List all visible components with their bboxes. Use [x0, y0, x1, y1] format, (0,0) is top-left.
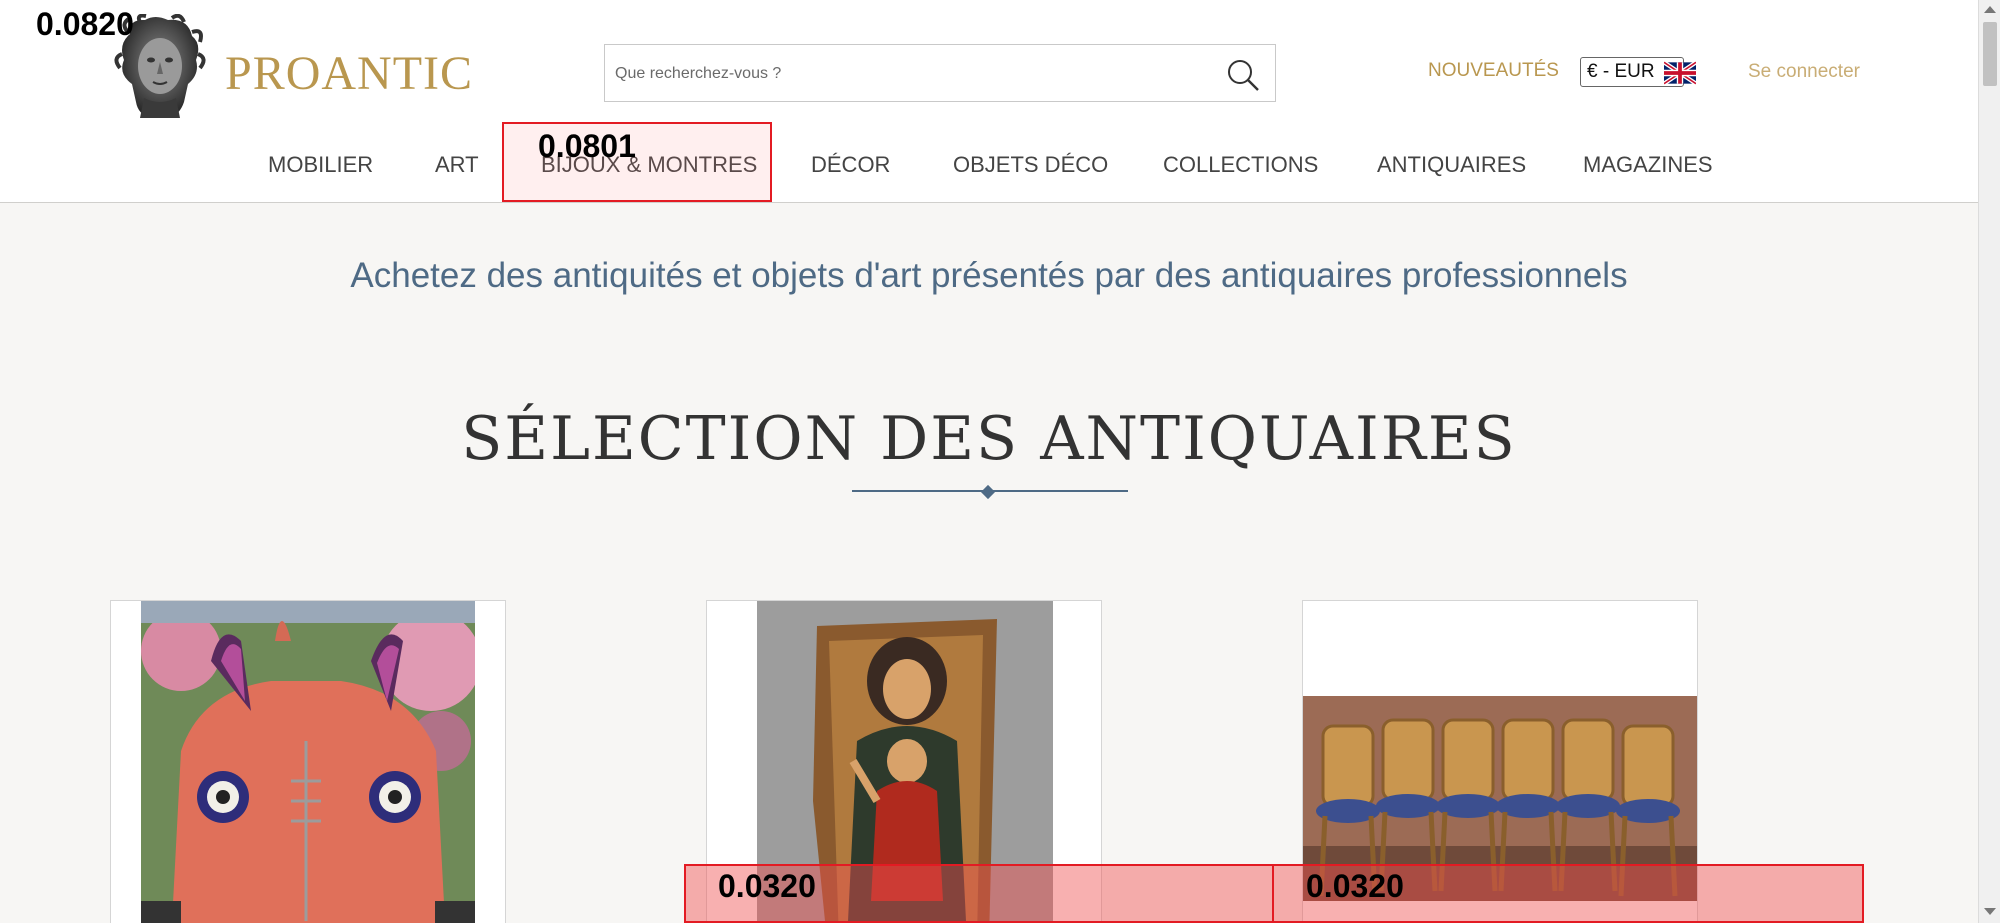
nav-item-antiquaires[interactable]: ANTIQUAIRES: [1377, 152, 1526, 178]
search-input[interactable]: [615, 59, 1205, 89]
vertical-scrollbar[interactable]: [1978, 0, 2000, 923]
nav-item-collections[interactable]: COLLECTIONS: [1163, 152, 1318, 178]
nav-item-mobilier[interactable]: MOBILIER: [268, 152, 373, 178]
brand-logo-text[interactable]: PROANTIC: [225, 46, 473, 101]
new-arrivals-link[interactable]: NOUVEAUTÉS: [1428, 60, 1559, 82]
score-label: 0.0320: [718, 868, 816, 904]
site-header: PROANTIC NOUVEAUTÉS € - EUR ⌄ Se connect…: [0, 0, 1978, 203]
title-divider-diamond: [980, 484, 996, 500]
score-label: 0.0320: [1306, 868, 1404, 904]
page-tagline: Achetez des antiquités et objets d'art p…: [350, 256, 1628, 295]
nav-item-magazines[interactable]: MAGAZINES: [1583, 152, 1713, 178]
search-bar: [604, 44, 1276, 102]
scrollbar-thumb[interactable]: [1983, 22, 1997, 86]
section-title: SÉLECTION DES ANTIQUAIRES: [461, 404, 1517, 474]
scroll-up-arrow-icon[interactable]: [1984, 6, 1996, 13]
main-nav: MOBILIER ART BIJOUX & MONTRES DÉCOR OBJE…: [0, 140, 1978, 188]
score-label: 0.0820: [36, 6, 134, 42]
nav-item-objets-deco[interactable]: OBJETS DÉCO: [953, 152, 1108, 178]
search-icon[interactable]: [1225, 57, 1261, 93]
nav-item-art[interactable]: ART: [435, 152, 479, 178]
product-image[interactable]: [141, 601, 475, 923]
nav-item-decor[interactable]: DÉCOR: [811, 152, 890, 178]
score-label: 0.0801: [538, 128, 636, 164]
product-card[interactable]: [110, 600, 506, 923]
currency-select-value: € - EUR: [1587, 61, 1655, 82]
login-link[interactable]: Se connecter: [1748, 61, 1860, 83]
scroll-down-arrow-icon[interactable]: [1984, 908, 1996, 915]
uk-flag-icon[interactable]: [1664, 61, 1696, 85]
